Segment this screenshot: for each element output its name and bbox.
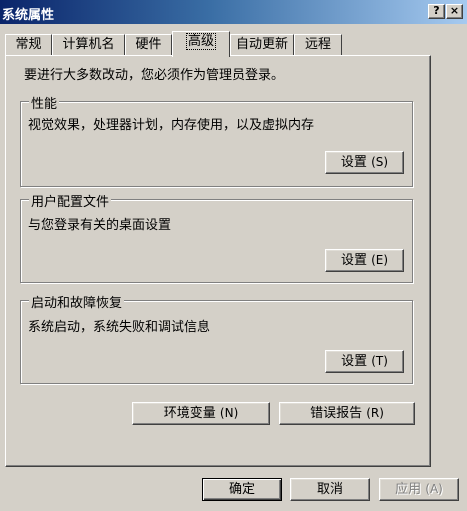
window-title: 系统属性: [2, 8, 55, 23]
user-profiles-description: 与您登录有关的桌面设置: [28, 218, 172, 233]
button-mnemonic: (R): [366, 406, 384, 420]
performance-group: 性能 视觉效果，处理器计划，内存使用，以及虚拟内存: [20, 93, 413, 187]
tab-label: 硬件: [135, 37, 162, 52]
startup-recovery-settings-button[interactable]: 设置 (T): [325, 350, 404, 373]
button-mnemonic: (E): [371, 253, 389, 267]
cancel-button[interactable]: 取消: [290, 478, 370, 501]
title-bar[interactable]: 系统属性 ? ×: [0, 0, 467, 24]
tab-automatic-updates[interactable]: 自动更新: [230, 34, 294, 56]
performance-legend: 性能: [29, 93, 60, 112]
user-profiles-settings-button[interactable]: 设置 (E): [325, 249, 404, 272]
button-label: 取消: [316, 481, 343, 497]
tab-label: 自动更新: [235, 37, 288, 52]
system-properties-window: 系统属性 ? × 常规 计算机名 硬件 高级 自动更新 远程 要进行大多数改动，…: [0, 0, 467, 511]
tab-general[interactable]: 常规: [5, 34, 52, 56]
close-button[interactable]: ×: [446, 4, 463, 19]
performance-settings-button[interactable]: 设置 (S): [325, 151, 404, 174]
button-label: 应用: [395, 482, 422, 497]
environment-variables-button[interactable]: 环境变量 (N): [132, 402, 270, 425]
tab-label: 远程: [304, 37, 331, 52]
question-icon: ?: [433, 4, 440, 17]
user-profiles-legend: 用户配置文件: [29, 191, 112, 210]
close-icon: ×: [449, 4, 460, 17]
help-button[interactable]: ?: [428, 4, 445, 19]
startup-recovery-description: 系统启动，系统失败和调试信息: [28, 320, 211, 335]
button-label: 错误报告: [310, 406, 363, 421]
tab-hardware[interactable]: 硬件: [125, 34, 172, 56]
tab-label: 高级: [185, 33, 217, 50]
button-mnemonic: (N): [219, 406, 239, 420]
error-reporting-button[interactable]: 错误报告 (R): [279, 402, 415, 425]
startup-recovery-legend: 启动和故障恢复: [29, 292, 125, 311]
button-mnemonic: (S): [371, 155, 389, 169]
performance-description: 视觉效果，处理器计划，内存使用，以及虚拟内存: [28, 118, 315, 133]
button-label: 设置: [340, 253, 367, 268]
button-label: 设置: [340, 155, 367, 170]
admin-notice: 要进行大多数改动，您必须作为管理员登录。: [24, 68, 285, 83]
apply-button[interactable]: 应用 (A): [379, 478, 459, 501]
tab-computer-name[interactable]: 计算机名: [52, 34, 125, 56]
tab-label: 常规: [15, 37, 42, 52]
tab-remote[interactable]: 远程: [294, 34, 342, 56]
button-label: 确定: [228, 481, 255, 497]
ok-button[interactable]: 确定: [202, 478, 282, 501]
button-label: 环境变量: [163, 406, 216, 421]
tab-advanced[interactable]: 高级: [172, 31, 230, 57]
button-mnemonic: (A): [425, 482, 443, 496]
tab-label: 计算机名: [62, 37, 115, 52]
button-label: 设置: [341, 354, 368, 369]
button-mnemonic: (T): [371, 354, 388, 368]
